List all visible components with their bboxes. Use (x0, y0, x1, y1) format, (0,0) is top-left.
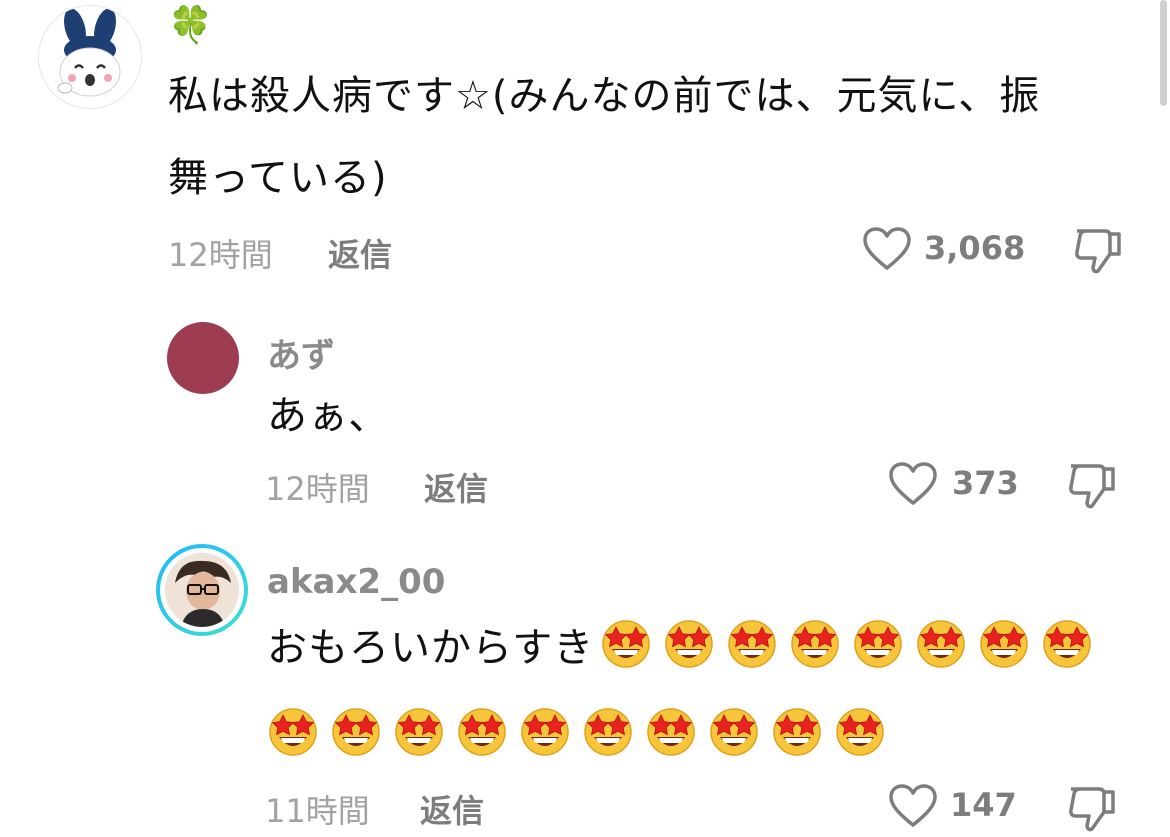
scrollbar[interactable] (1160, 0, 1167, 106)
star-struck-emoji-icon (1043, 620, 1091, 668)
comment-time: 11時間 (265, 792, 370, 830)
star-struck-emoji-icon (728, 620, 776, 668)
star-struck-emoji-icon (854, 620, 902, 668)
avatar (165, 553, 239, 627)
username[interactable]: 🍀 (168, 4, 213, 46)
comment-time: 12時間 (168, 236, 273, 274)
star-struck-emoji-icon (710, 708, 758, 756)
thumbs-down-outline-icon[interactable] (1066, 459, 1118, 511)
star-struck-emoji-icon (917, 620, 965, 668)
like-count: 3,068 (924, 229, 1026, 267)
comment-text-line-2 (267, 700, 897, 772)
comment-text: あぁ、 (267, 393, 390, 439)
story-ring[interactable] (156, 544, 248, 636)
user-photo-icon (165, 553, 239, 627)
comment-text: おもろいからすき (267, 612, 1104, 684)
star-struck-emoji-icon (584, 708, 632, 756)
reply-button[interactable]: 返信 (328, 230, 392, 276)
comment-text: 私は殺人病です☆(みんなの前では、元気に、振 (168, 73, 1041, 119)
comment-text-line-2: 舞っている) (168, 155, 388, 201)
reply-button[interactable]: 返信 (420, 786, 484, 832)
star-struck-emoji-icon (458, 708, 506, 756)
star-struck-emoji-icon (332, 708, 380, 756)
star-struck-emoji-icon (665, 620, 713, 668)
comment-text-content: おもろいからすき (267, 625, 595, 671)
star-struck-emoji-icon (647, 708, 695, 756)
avatar[interactable] (167, 322, 239, 394)
like-count: 373 (952, 464, 1019, 502)
heart-outline-icon[interactable] (862, 226, 912, 272)
star-struck-emoji-icon (980, 620, 1028, 668)
username[interactable]: あず (267, 328, 335, 377)
star-struck-emoji-icon (602, 620, 650, 668)
emoji-row (600, 620, 1104, 671)
like-count: 147 (950, 786, 1017, 824)
heart-outline-icon[interactable] (888, 461, 938, 507)
bunny-mascot-icon (57, 8, 121, 97)
username[interactable]: akax2_00 (267, 562, 445, 602)
thumbs-down-outline-icon[interactable] (1072, 224, 1124, 276)
star-struck-emoji-icon (395, 708, 443, 756)
star-struck-emoji-icon (836, 708, 884, 756)
reply-button[interactable]: 返信 (424, 464, 488, 510)
star-struck-emoji-icon (521, 708, 569, 756)
heart-outline-icon[interactable] (888, 783, 938, 829)
thumbs-down-outline-icon[interactable] (1066, 782, 1118, 834)
star-struck-emoji-icon (791, 620, 839, 668)
star-struck-emoji-icon (773, 708, 821, 756)
avatar[interactable] (38, 5, 142, 109)
star-struck-emoji-icon (269, 708, 317, 756)
comment-time: 12時間 (265, 470, 370, 508)
